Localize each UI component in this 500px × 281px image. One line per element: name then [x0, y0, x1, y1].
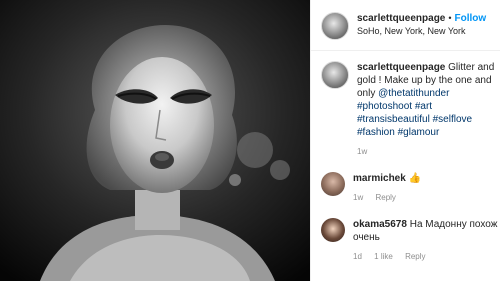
comment-meta: 1w Reply: [353, 191, 498, 204]
caption-body: scarlettqueenpage Glitter and gold ! Mak…: [357, 61, 500, 158]
caption-hashtags-3[interactable]: #glamour: [398, 127, 440, 138]
caption-time[interactable]: 1w: [357, 147, 367, 156]
thumbs-up-icon: 👍: [408, 173, 422, 184]
post-location[interactable]: SoHo, New York, New York: [357, 25, 486, 38]
comment-likes[interactable]: 1 like: [374, 252, 393, 261]
comment-list: scarlettqueenpage Glitter and gold ! Mak…: [311, 51, 500, 263]
comment-username[interactable]: marmichek: [353, 173, 406, 184]
follow-button[interactable]: Follow: [455, 13, 487, 24]
comment-time[interactable]: 1d: [353, 252, 362, 261]
post-header: scarlettqueenpage • Follow SoHo, New York,…: [311, 0, 500, 51]
caption-mention[interactable]: @thetatithunder: [378, 88, 449, 99]
separator-dot: •: [448, 13, 452, 23]
caption-avatar[interactable]: [321, 61, 349, 89]
reply-button[interactable]: Reply: [405, 252, 425, 261]
portrait-photo: [0, 0, 310, 281]
caption-username[interactable]: scarlettqueenpage: [357, 62, 445, 73]
caption-meta: 1w: [357, 145, 500, 158]
comment-body: okama5678 На Мадонну похож очень 1d 1 li…: [353, 218, 498, 263]
post-view: scarlettqueenpage • Follow SoHo, New York,…: [0, 0, 500, 281]
comment-item: okama5678 На Мадонну похож очень 1d 1 li…: [321, 218, 500, 263]
comment-username[interactable]: okama5678: [353, 219, 407, 230]
post-username[interactable]: scarlettqueenpage: [357, 13, 445, 24]
commenter-avatar[interactable]: [321, 172, 345, 196]
comment-item: marmichek 👍 1w Reply: [321, 172, 500, 204]
caption-hashtags-1[interactable]: #photoshoot #art: [357, 101, 432, 112]
comment-time[interactable]: 1w: [353, 193, 363, 202]
header-line: scarlettqueenpage • Follow: [357, 12, 486, 25]
profile-avatar[interactable]: [321, 12, 349, 40]
reply-button[interactable]: Reply: [375, 193, 395, 202]
caption: scarlettqueenpage Glitter and gold ! Mak…: [321, 61, 500, 158]
comment-meta: 1d 1 like Reply: [353, 250, 498, 263]
commenter-avatar[interactable]: [321, 218, 345, 242]
post-side-panel: scarlettqueenpage • Follow SoHo, New York,…: [310, 0, 500, 281]
post-photo[interactable]: [0, 0, 310, 281]
comment-body: marmichek 👍 1w Reply: [353, 172, 498, 204]
header-text: scarlettqueenpage • Follow SoHo, New York,…: [357, 12, 486, 38]
